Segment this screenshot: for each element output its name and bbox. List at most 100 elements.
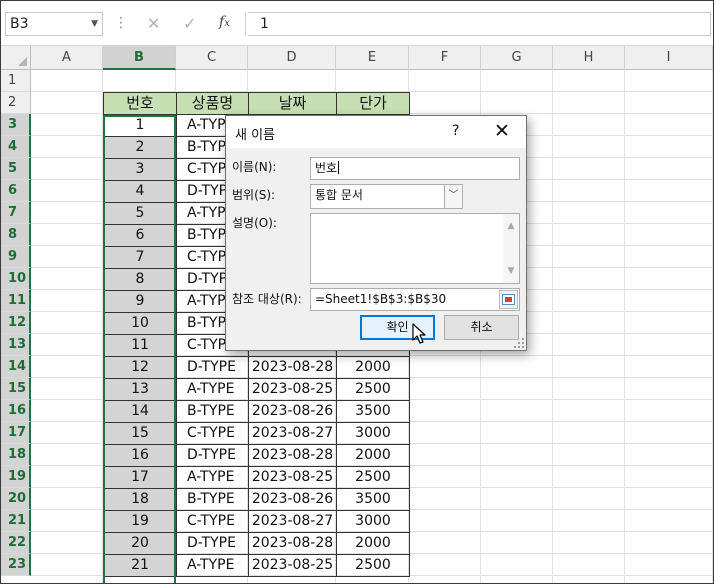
- row-header-23[interactable]: 23: [1, 554, 31, 576]
- table-cell[interactable]: 17: [103, 467, 177, 489]
- table-cell[interactable]: 12: [103, 357, 177, 379]
- row-header-1[interactable]: 1: [1, 70, 31, 92]
- dialog-titlebar[interactable]: 새 이름 ? ✕: [226, 116, 526, 148]
- select-all-button[interactable]: [1, 46, 31, 70]
- table-cell[interactable]: D-TYPE: [176, 445, 249, 467]
- column-header-g[interactable]: G: [481, 46, 553, 70]
- table-cell[interactable]: C-TYPE: [176, 423, 249, 445]
- enter-icon[interactable]: ✓: [183, 14, 196, 33]
- comment-field[interactable]: ▲ ▼: [310, 213, 520, 284]
- table-cell[interactable]: 13: [103, 379, 177, 401]
- table-cell[interactable]: 2500: [336, 379, 410, 401]
- row-header-14[interactable]: 14: [1, 356, 31, 378]
- table-cell[interactable]: 18: [103, 489, 177, 511]
- row-header-15[interactable]: 15: [1, 378, 31, 400]
- table-cell[interactable]: 2023-08-28: [248, 445, 337, 467]
- row-header-6[interactable]: 6: [1, 180, 31, 202]
- row-header-18[interactable]: 18: [1, 444, 31, 466]
- table-cell[interactable]: 2500: [336, 467, 410, 489]
- table-header-cell[interactable]: 번호: [103, 92, 177, 115]
- row-header-3[interactable]: 3: [1, 114, 31, 136]
- table-cell[interactable]: 2023-08-28: [248, 357, 337, 379]
- table-cell[interactable]: C-TYPE: [176, 511, 249, 533]
- collapse-dialog-icon[interactable]: [499, 290, 518, 309]
- row-header-2[interactable]: 2: [1, 92, 31, 114]
- close-icon[interactable]: ✕: [494, 120, 510, 142]
- table-cell[interactable]: 2023-08-25: [248, 379, 337, 401]
- column-header-i[interactable]: I: [625, 46, 713, 70]
- row-header-13[interactable]: 13: [1, 334, 31, 356]
- table-cell[interactable]: 2023-08-28: [248, 533, 337, 555]
- table-cell[interactable]: D-TYPE: [176, 533, 249, 555]
- column-header-f[interactable]: F: [409, 46, 481, 70]
- table-cell[interactable]: 3000: [336, 423, 410, 445]
- table-cell[interactable]: 2000: [336, 533, 410, 555]
- row-header-21[interactable]: 21: [1, 510, 31, 532]
- table-cell[interactable]: 10: [103, 313, 177, 335]
- help-icon[interactable]: ?: [452, 123, 459, 139]
- table-cell[interactable]: 16: [103, 445, 177, 467]
- resize-grip-icon[interactable]: [514, 338, 524, 348]
- refers-to-field[interactable]: =Sheet1!$B$3:$B$30: [310, 288, 520, 311]
- name-box[interactable]: B3 ▼: [5, 12, 103, 36]
- row-header-16[interactable]: 16: [1, 400, 31, 422]
- table-cell[interactable]: A-TYPE: [176, 379, 249, 401]
- insert-function-icon[interactable]: fx: [219, 14, 230, 30]
- name-field[interactable]: 번호: [310, 157, 520, 180]
- table-cell[interactable]: 3: [103, 159, 177, 181]
- table-cell[interactable]: B-TYPE: [176, 489, 249, 511]
- table-cell[interactable]: 14: [103, 401, 177, 423]
- table-cell[interactable]: 9: [103, 291, 177, 313]
- table-cell[interactable]: 2: [103, 137, 177, 159]
- table-cell[interactable]: 5: [103, 203, 177, 225]
- scroll-up-icon[interactable]: ▲: [503, 216, 519, 236]
- table-cell[interactable]: 2023-08-26: [248, 401, 337, 423]
- table-cell[interactable]: 3500: [336, 401, 410, 423]
- column-header-d[interactable]: D: [248, 46, 336, 70]
- row-header-11[interactable]: 11: [1, 290, 31, 312]
- table-header-cell[interactable]: 단가: [336, 92, 410, 115]
- table-cell[interactable]: 4: [103, 181, 177, 203]
- row-header-17[interactable]: 17: [1, 422, 31, 444]
- column-header-c[interactable]: C: [176, 46, 248, 70]
- row-header-7[interactable]: 7: [1, 202, 31, 224]
- scope-select[interactable]: 통합 문서 ﹀: [310, 184, 463, 209]
- table-cell[interactable]: 20: [103, 533, 177, 555]
- column-header-h[interactable]: H: [553, 46, 625, 70]
- row-header-9[interactable]: 9: [1, 246, 31, 268]
- row-header-12[interactable]: 12: [1, 312, 31, 334]
- table-cell[interactable]: 6: [103, 225, 177, 247]
- comment-scrollbar[interactable]: ▲ ▼: [503, 214, 519, 283]
- table-cell[interactable]: 2023-08-25: [248, 467, 337, 489]
- column-header-b[interactable]: B: [103, 46, 176, 70]
- table-cell[interactable]: B-TYPE: [176, 401, 249, 423]
- row-header-5[interactable]: 5: [1, 158, 31, 180]
- row-header-20[interactable]: 20: [1, 488, 31, 510]
- table-cell[interactable]: 7: [103, 247, 177, 269]
- table-cell[interactable]: 19: [103, 511, 177, 533]
- column-header-e[interactable]: E: [336, 46, 409, 70]
- table-cell[interactable]: A-TYPE: [176, 467, 249, 489]
- table-cell[interactable]: 2500: [336, 555, 410, 577]
- row-header-19[interactable]: 19: [1, 466, 31, 488]
- row-header-8[interactable]: 8: [1, 224, 31, 246]
- table-cell[interactable]: 3500: [336, 489, 410, 511]
- table-cell[interactable]: 11: [103, 335, 177, 357]
- table-header-cell[interactable]: 날짜: [248, 92, 337, 115]
- table-cell[interactable]: 21: [103, 555, 177, 577]
- table-cell[interactable]: 2000: [336, 445, 410, 467]
- scroll-down-icon[interactable]: ▼: [503, 261, 519, 281]
- column-header-a[interactable]: A: [31, 46, 103, 70]
- table-cell[interactable]: 2023-08-27: [248, 511, 337, 533]
- chevron-down-icon[interactable]: ▼: [91, 13, 98, 35]
- row-header-4[interactable]: 4: [1, 136, 31, 158]
- row-header-10[interactable]: 10: [1, 268, 31, 290]
- table-cell[interactable]: A-TYPE: [176, 555, 249, 577]
- row-header-22[interactable]: 22: [1, 532, 31, 554]
- table-cell[interactable]: D-TYPE: [176, 357, 249, 379]
- cancel-icon[interactable]: ✕: [147, 14, 160, 33]
- table-cell[interactable]: 2023-08-26: [248, 489, 337, 511]
- cancel-button[interactable]: 취소: [444, 315, 519, 340]
- table-cell[interactable]: 8: [103, 269, 177, 291]
- formula-input[interactable]: 1: [248, 12, 711, 36]
